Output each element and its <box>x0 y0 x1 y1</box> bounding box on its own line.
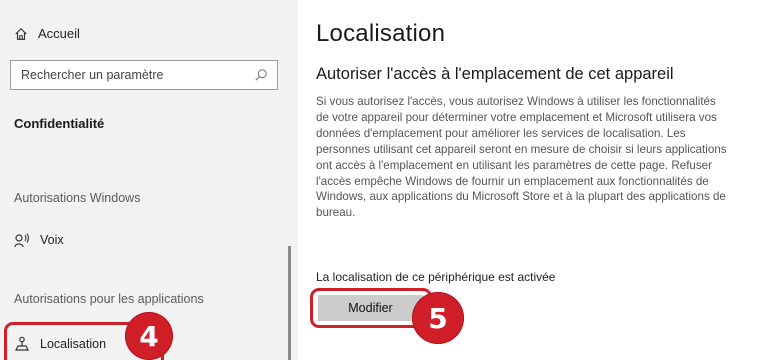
main-content: Localisation Autoriser l'accès à l'empla… <box>298 0 774 360</box>
home-label: Accueil <box>38 26 80 41</box>
sidebar-item-voice[interactable]: Voix <box>14 232 64 248</box>
location-status: La localisation de ce périphérique est a… <box>316 270 556 284</box>
home-link[interactable]: Accueil <box>14 26 80 41</box>
sidebar-scrollbar[interactable] <box>288 246 291 360</box>
search-input[interactable] <box>21 68 251 82</box>
voice-icon <box>14 233 30 248</box>
page-title: Localisation <box>316 20 446 47</box>
section-heading: Confidentialité <box>14 116 105 131</box>
search-icon[interactable] <box>254 68 268 82</box>
search-box[interactable] <box>10 60 278 90</box>
description-text: Si vous autorisez l'accès, vous autorise… <box>316 95 727 220</box>
group-label-apps: Autorisations pour les applications <box>14 292 204 306</box>
sidebar: Accueil Confidentialité Autorisations Wi… <box>0 0 298 360</box>
sidebar-item-voice-label: Voix <box>40 233 64 247</box>
step-4-badge: 4 <box>125 312 173 360</box>
modify-button[interactable]: Modifier <box>318 295 423 321</box>
step-5-badge: 5 <box>412 292 464 344</box>
group-label-windows: Autorisations Windows <box>14 191 141 205</box>
section-title: Autoriser l'accès à l'emplacement de cet… <box>316 65 674 83</box>
home-icon <box>15 27 27 40</box>
